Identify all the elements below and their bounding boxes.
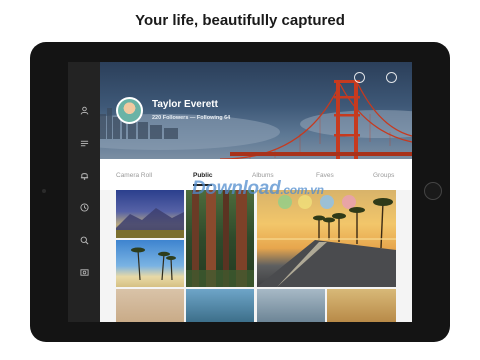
app-screen: Taylor Everett 220 Followers — Following… xyxy=(68,62,412,322)
watermark-main: Download xyxy=(192,178,281,199)
marketing-headline: Your life, beautifully captured xyxy=(135,12,345,29)
photo-tile-beach-palms[interactable] xyxy=(116,240,184,287)
avatar[interactable] xyxy=(116,97,143,124)
bell-icon[interactable] xyxy=(76,167,92,183)
profile-cover: Taylor Everett 220 Followers — Following… xyxy=(100,62,412,159)
tab-groups[interactable]: Groups xyxy=(373,172,394,179)
photo-tile-bottom-2[interactable] xyxy=(186,289,254,322)
profile-stats[interactable]: 220 Followers — Following 64 xyxy=(152,115,230,121)
menu-icon[interactable] xyxy=(76,135,92,151)
watermark-suffix: .com.vn xyxy=(280,183,324,197)
clock-icon[interactable] xyxy=(76,199,92,215)
more-icon[interactable] xyxy=(386,72,397,83)
photo-grid xyxy=(100,190,412,322)
watermark: Download.com.vn xyxy=(192,178,324,200)
photo-tile-mountain[interactable] xyxy=(116,190,184,238)
sync-icon[interactable] xyxy=(354,72,365,83)
photo-tile-palm-road[interactable] xyxy=(257,190,396,287)
front-camera xyxy=(42,189,46,193)
main-content: Taylor Everett 220 Followers — Following… xyxy=(100,62,412,322)
photo-tile-bottom-3[interactable] xyxy=(257,289,325,322)
photo-tile-bottom-4[interactable] xyxy=(327,289,396,322)
search-icon[interactable] xyxy=(76,232,92,248)
sidebar xyxy=(68,62,100,322)
cover-photo xyxy=(100,80,412,159)
photo-icon[interactable] xyxy=(76,264,92,280)
profile-icon[interactable] xyxy=(76,102,92,118)
profile-name: Taylor Everett xyxy=(152,99,218,110)
photo-tile-redwood-forest[interactable] xyxy=(186,190,254,287)
photo-tile-bottom-1[interactable] xyxy=(116,289,184,322)
tab-camera-roll[interactable]: Camera Roll xyxy=(116,172,152,179)
home-button[interactable] xyxy=(424,182,442,200)
